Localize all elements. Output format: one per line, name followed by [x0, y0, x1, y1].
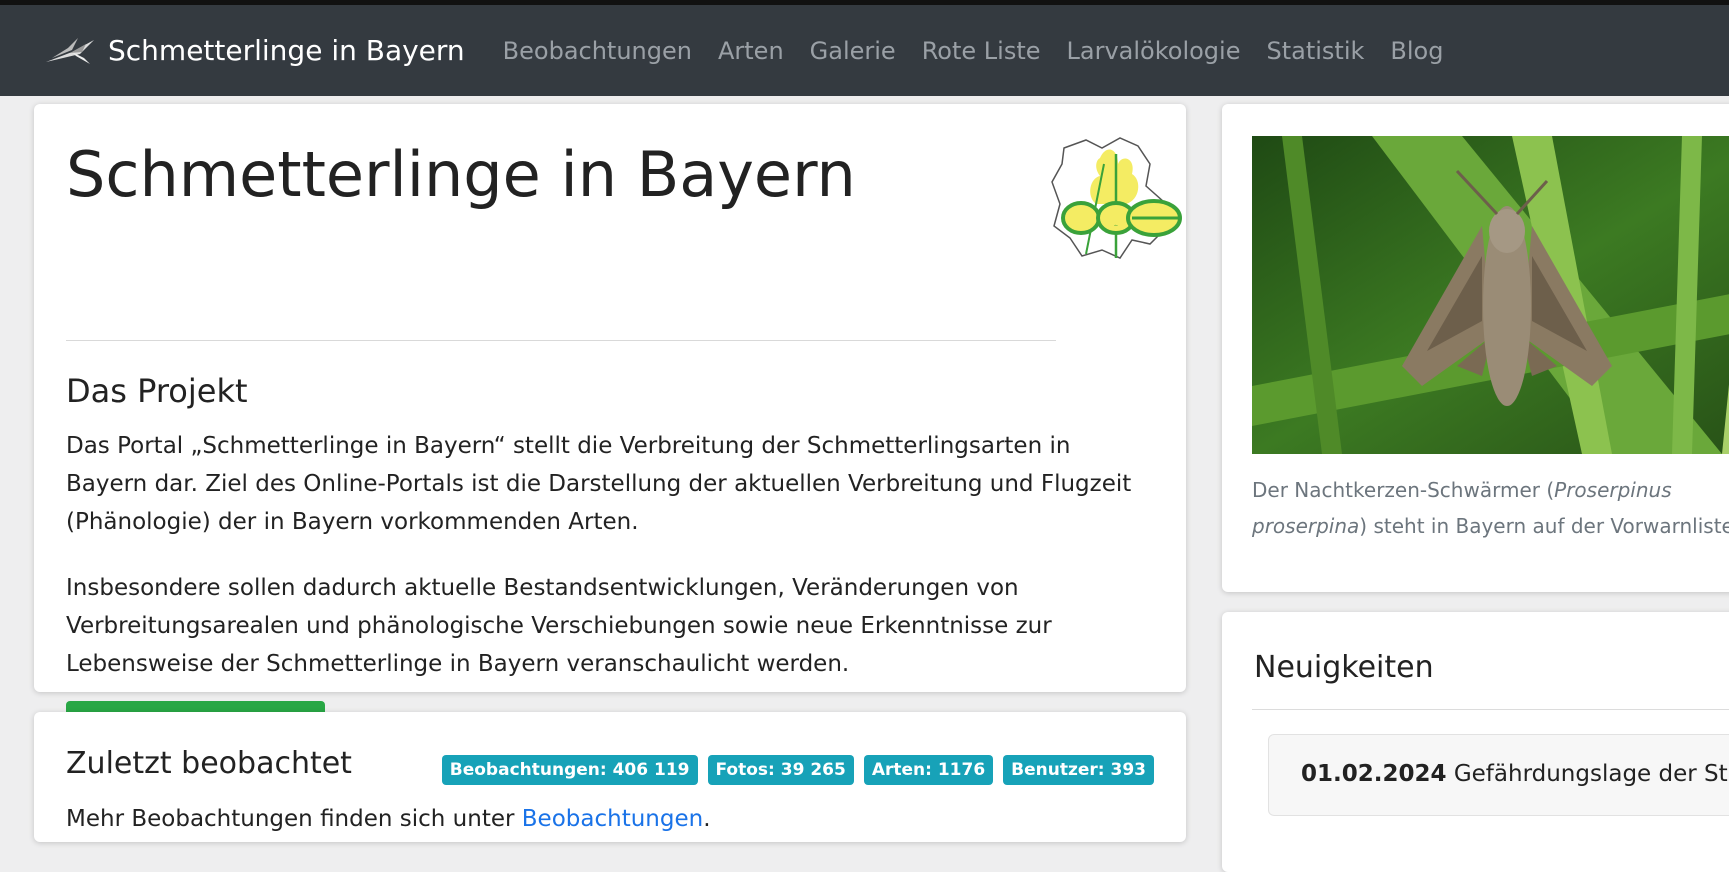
nav-item-statistik[interactable]: Statistik	[1266, 37, 1364, 65]
more-observations-prefix: Mehr Beobachtungen finden sich unter	[66, 806, 522, 832]
brand-name: Schmetterlinge in Bayern	[108, 34, 465, 67]
badge-species-count: Arten: 1176	[863, 755, 994, 785]
news-item-line: 01.02.2024 Gefährdungslage der Strei	[1301, 761, 1729, 787]
caption-suffix: ) steht in Bayern auf der Vorwarnliste.	[1359, 514, 1729, 538]
intro-paragraph-2: Insbesondere sollen dadurch aktuelle Bes…	[66, 575, 1052, 677]
butterfly-logo-icon	[46, 37, 94, 64]
section-title-das-projekt: Das Projekt	[66, 372, 248, 410]
badge-users-count: Benutzer: 393	[1003, 755, 1154, 785]
title-divider	[66, 340, 1056, 341]
brand-link[interactable]: Schmetterlinge in Bayern	[42, 34, 465, 67]
nav-item-galerie[interactable]: Galerie	[810, 37, 896, 65]
navbar: Schmetterlinge in Bayern Beobachtungen A…	[0, 5, 1729, 96]
nav-item-arten[interactable]: Arten	[718, 37, 784, 65]
news-item-date: 01.02.2024	[1301, 761, 1447, 787]
nav-item-larvaloekologie[interactable]: Larvalökologie	[1067, 37, 1241, 65]
page-title: Schmetterlinge in Bayern	[66, 138, 856, 211]
news-title: Neuigkeiten	[1254, 650, 1434, 685]
badge-observations-count: Beobachtungen: 406 119	[441, 755, 698, 785]
caption-prefix: Der Nachtkerzen-Schwärmer (	[1252, 478, 1555, 502]
news-item-title: Gefährdungslage der Strei	[1453, 761, 1729, 787]
nav-item-blog[interactable]: Blog	[1390, 37, 1443, 65]
nav-item-beobachtungen[interactable]: Beobachtungen	[503, 37, 692, 65]
stats-badges: Beobachtungen: 406 119 Fotos: 39 265 Art…	[432, 755, 1154, 785]
news-card: Neuigkeiten 01.02.2024 Gefährdungslage d…	[1222, 612, 1729, 872]
news-divider	[1252, 709, 1729, 710]
intro-paragraph-1: Das Portal „Schmetterlinge in Bayern“ st…	[66, 433, 1132, 535]
main-nav: Beobachtungen Arten Galerie Rote Liste L…	[503, 37, 1470, 65]
featured-photo-card: Der Nachtkerzen-Schwärmer (Proserpinus p…	[1222, 104, 1729, 592]
moth-photo[interactable]	[1252, 136, 1729, 454]
badge-photos-count: Fotos: 39 265	[707, 755, 854, 785]
recent-observations-title: Zuletzt beobachtet	[66, 746, 352, 781]
more-observations-suffix: .	[703, 806, 711, 832]
more-observations-text: Mehr Beobachtungen finden sich unter Beo…	[66, 806, 711, 832]
abe-logo-icon: abe	[1051, 137, 1182, 259]
nav-item-rote-liste[interactable]: Rote Liste	[922, 37, 1041, 65]
news-item[interactable]: 01.02.2024 Gefährdungslage der Strei	[1268, 734, 1729, 816]
observations-link[interactable]: Beobachtungen	[522, 806, 703, 832]
photo-caption: Der Nachtkerzen-Schwärmer (Proserpinus p…	[1252, 472, 1729, 544]
project-card: Schmetterlinge in Bayern abe Das Projekt…	[34, 104, 1186, 761]
recent-observations-card: Zuletzt beobachtet Beobachtungen: 406 11…	[34, 712, 1186, 842]
